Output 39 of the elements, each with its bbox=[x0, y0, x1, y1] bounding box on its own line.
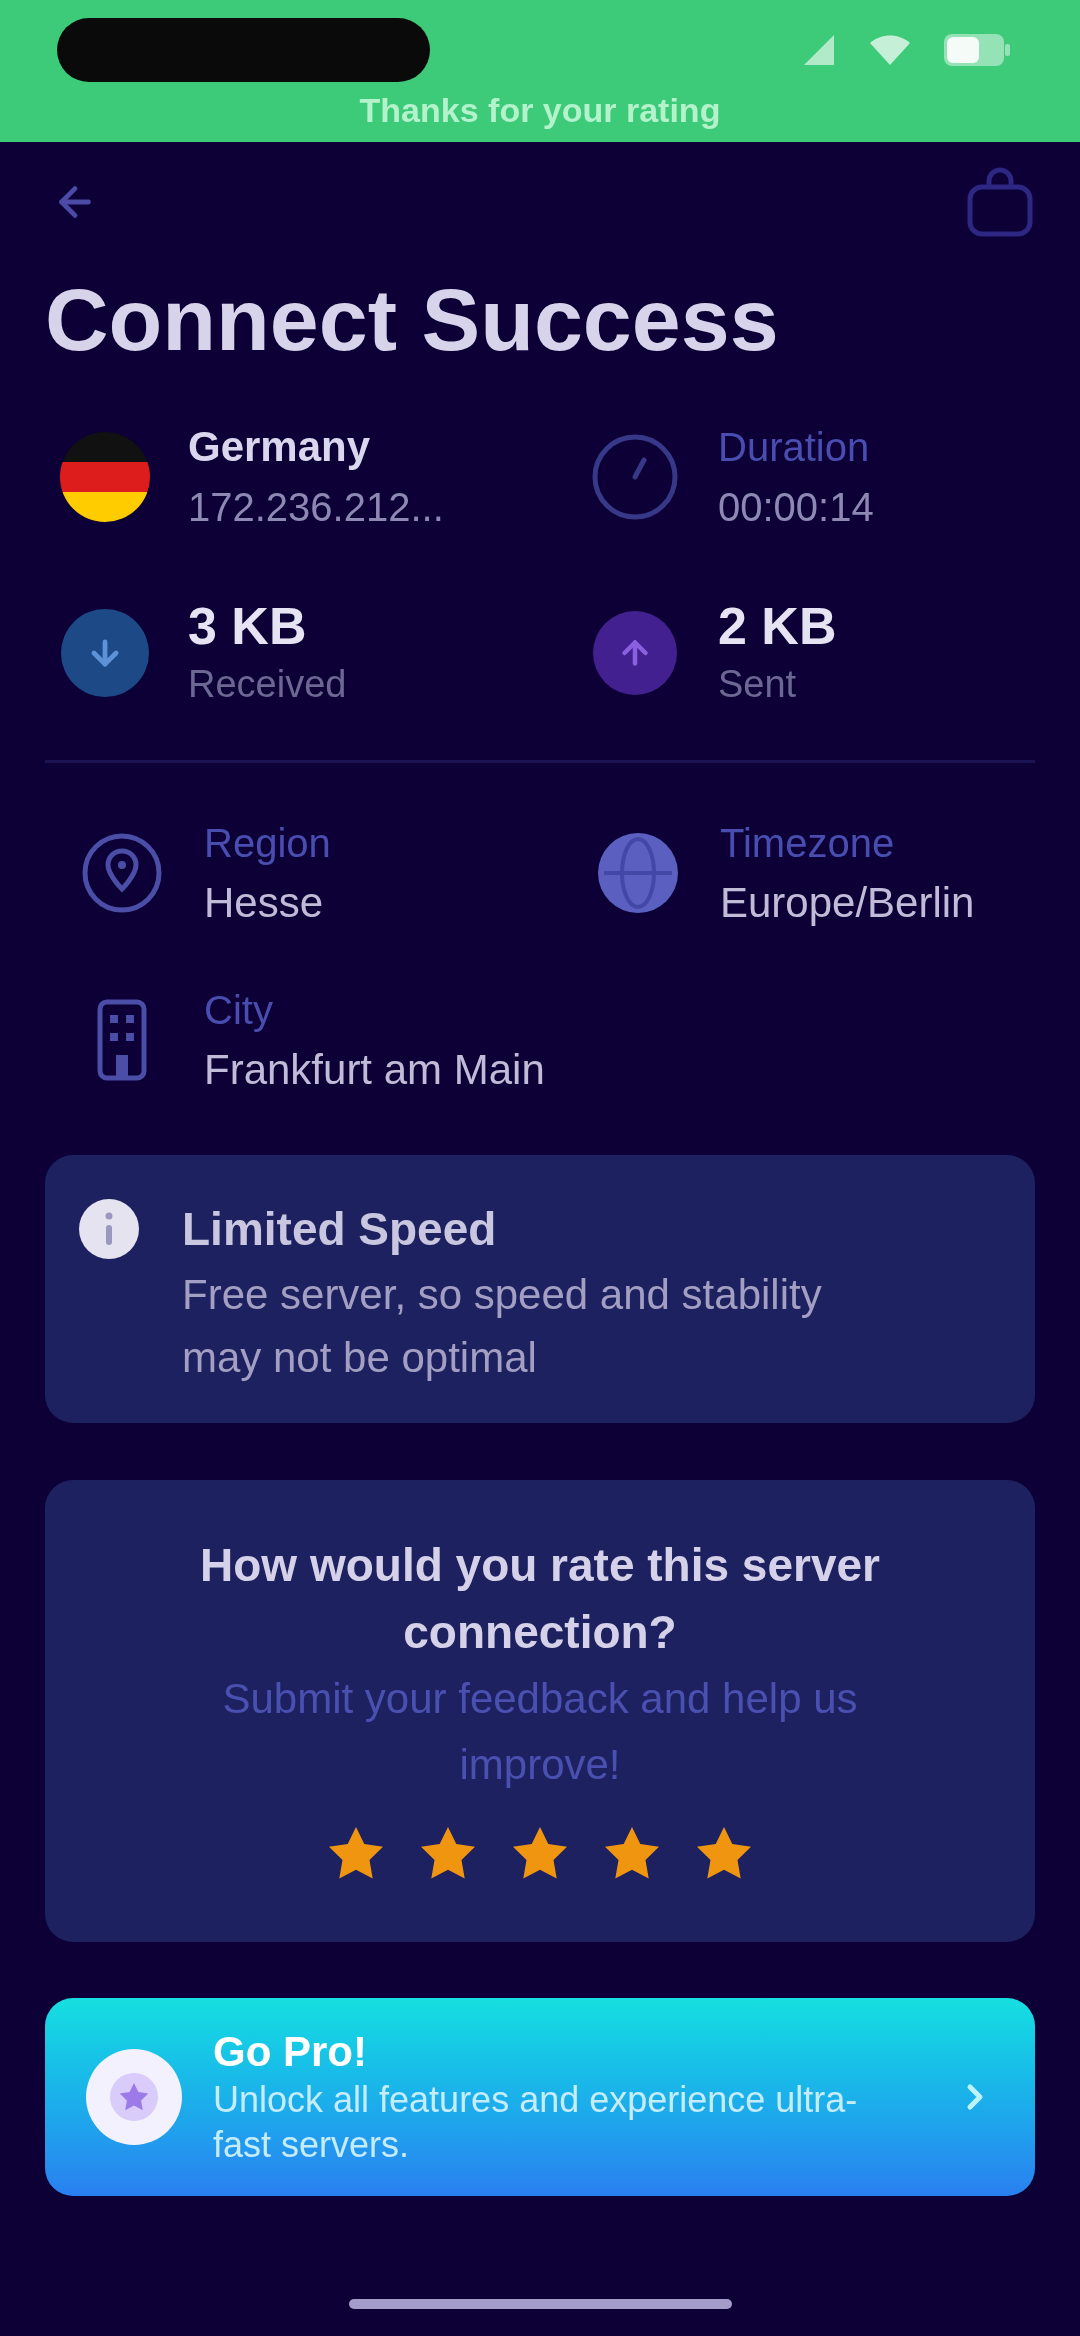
traffic-amount: 3 KB bbox=[188, 596, 308, 657]
location-label: City bbox=[204, 987, 274, 1034]
duration-value: 00:00:14 bbox=[718, 484, 874, 531]
star-rating[interactable] bbox=[328, 1826, 752, 1880]
traffic-label: Sent bbox=[718, 662, 798, 707]
rating-question: How would you rate this server connection? bbox=[199, 1538, 881, 1660]
star-icon[interactable] bbox=[328, 1826, 384, 1880]
country-name: Germany bbox=[188, 422, 372, 472]
rating-subtitle: Submit your feedback and help us improve! bbox=[221, 1674, 859, 1790]
star-icon[interactable] bbox=[512, 1826, 568, 1880]
location-value: Europe/Berlin bbox=[720, 878, 975, 928]
star-badge-icon bbox=[86, 2049, 182, 2145]
info-icon bbox=[79, 1199, 139, 1259]
star-icon[interactable] bbox=[604, 1826, 660, 1880]
signal-icon bbox=[802, 33, 836, 67]
notice-title: Limited Speed bbox=[182, 1202, 498, 1257]
flag-icon bbox=[60, 432, 150, 522]
star-icon[interactable] bbox=[420, 1826, 476, 1880]
traffic-amount: 2 KB bbox=[718, 596, 837, 657]
globe-icon bbox=[598, 833, 678, 913]
clock-icon bbox=[592, 434, 678, 520]
location-label: Timezone bbox=[720, 820, 896, 867]
toast-message: Thanks for your rating bbox=[359, 90, 721, 130]
battery-icon bbox=[944, 34, 1010, 66]
building-icon bbox=[97, 999, 147, 1081]
go-pro-banner[interactable]: Go Pro! Unlock all features and experience ultra-fast servers. bbox=[45, 1998, 1035, 2196]
promo-text: Unlock all features and experience ultra-fast servers. bbox=[213, 2078, 859, 2167]
location-value: Frankfurt am Main bbox=[204, 1045, 545, 1095]
star-icon[interactable] bbox=[696, 1826, 752, 1880]
location-label: Region bbox=[204, 820, 331, 867]
page-title: Connect Success bbox=[44, 270, 780, 370]
ip-address: 172.236.212... bbox=[188, 484, 444, 531]
notice-text: Free server, so speed and stability may not be optimal bbox=[182, 1270, 823, 1383]
wifi-icon bbox=[870, 35, 910, 65]
promo-title: Go Pro! bbox=[213, 2027, 368, 2077]
map-pin-icon bbox=[82, 833, 162, 913]
traffic-label: Received bbox=[188, 662, 347, 707]
duration-label: Duration bbox=[718, 424, 871, 471]
location-value: Hesse bbox=[204, 878, 325, 928]
